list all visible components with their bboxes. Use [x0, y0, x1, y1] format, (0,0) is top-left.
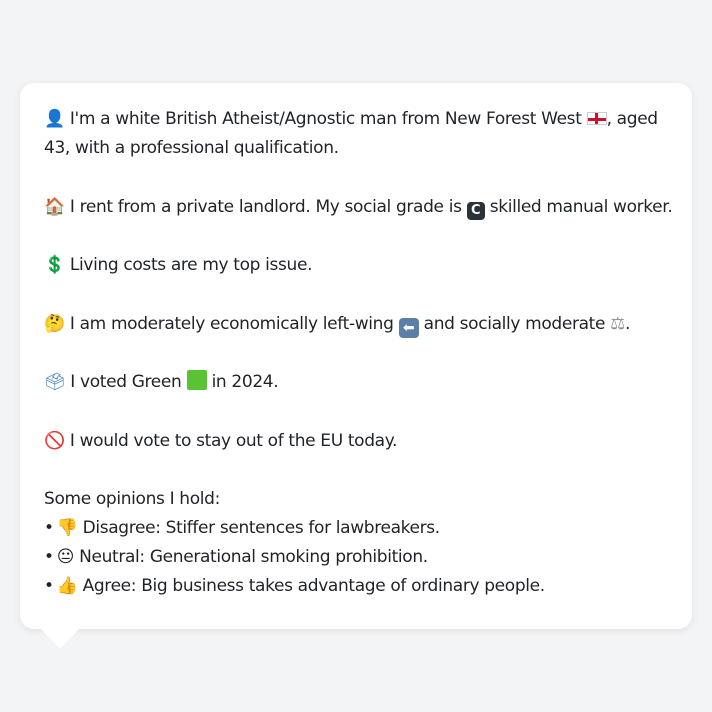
opinions-heading: Some opinions I hold: — [44, 489, 220, 509]
neutral-face-icon: 😐 — [56, 547, 75, 567]
bullet: • — [44, 547, 54, 567]
identity-line: 👤 I'm a white British Atheist/Agnostic m… — [44, 105, 668, 163]
opinion-text: Disagree: Stiffer sentences for lawbreak… — [82, 518, 441, 538]
opinion-text: Neutral: Generational smoking prohibitio… — [79, 547, 428, 567]
thinking-face-icon: 🤔 — [44, 313, 65, 334]
vote-text: I voted Green — [70, 372, 182, 392]
letter-c-icon: C — [466, 201, 485, 220]
issue-line: 💲 Living costs are my top issue. — [44, 251, 668, 280]
identity-text: I'm a white British Atheist/Agnostic man… — [69, 109, 582, 129]
england-flag-icon — [586, 112, 607, 125]
thumbs-up-icon: 👍 — [56, 576, 78, 596]
housing-text: I rent from a private landlord. My socia… — [69, 196, 462, 217]
eu-text: I would vote to stay out of the EU today… — [69, 430, 398, 451]
politics-line: 🤔 I am moderately economically left-wing… — [44, 310, 668, 339]
bubble-tail — [40, 628, 80, 649]
politics-end: . — [625, 313, 631, 334]
no-entry-icon: 🚫 — [44, 430, 65, 451]
bullet: • — [44, 518, 54, 538]
person-icon: 👤 — [44, 109, 65, 129]
vote-line: 🗳 I voted Green in 2024. — [44, 368, 668, 397]
house-icon: 🏠 — [44, 196, 65, 217]
opinion-item: • 👎 Disagree: Stiffer sentences for lawbr… — [44, 514, 668, 543]
issue-text: Living costs are my top issue. — [69, 255, 313, 275]
scales-icon: ⚖ — [610, 313, 626, 334]
opinion-item: • 👍 Agree: Big business takes advantage o… — [44, 572, 668, 601]
housing-tail: skilled manual worker. — [489, 196, 673, 217]
housing-line: 🏠 I rent from a private landlord. My soc… — [44, 193, 673, 222]
eu-line: 🚫 I would vote to stay out of the EU tod… — [44, 427, 668, 456]
bullet: • — [44, 576, 54, 596]
dollar-icon: 💲 — [44, 255, 65, 275]
message-bubble: 👤 I'm a white British Atheist/Agnostic m… — [20, 83, 692, 629]
green-square-icon — [186, 370, 207, 390]
opinion-item: • 😐 Neutral: Generational smoking prohibi… — [44, 543, 668, 572]
vote-tail: in 2024. — [211, 372, 279, 392]
thumbs-down-icon: 👎 — [56, 518, 78, 538]
ballot-box-icon: 🗳 — [44, 372, 66, 392]
opinion-text: Agree: Big business takes advantage of o… — [82, 576, 546, 596]
left-arrow-icon: ⬅ — [398, 317, 419, 338]
politics-text: I am moderately economically left-wing — [69, 313, 394, 334]
politics-mid: and socially moderate — [423, 313, 606, 334]
